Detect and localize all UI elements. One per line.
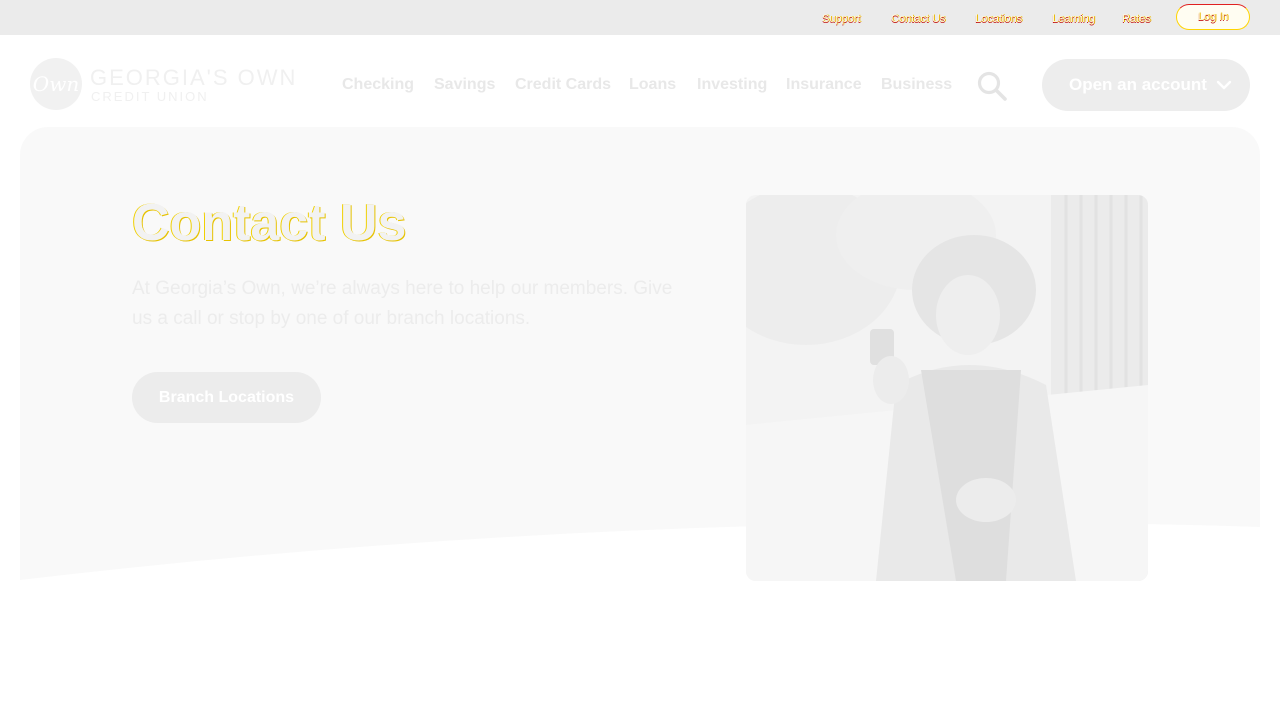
hero-description: At Georgia’s Own, we’re always here to h… <box>132 278 673 329</box>
utility-link-locations[interactable]: Locations <box>975 11 1022 27</box>
nav-item-insurance[interactable]: Insurance <box>786 75 862 95</box>
logo-subtitle: CREDIT UNION <box>91 89 209 104</box>
utility-link-contact-us[interactable]: Contact Us <box>891 11 945 27</box>
logo-title: GEORGIA'S OWN <box>90 65 298 90</box>
login-button[interactable]: Log In <box>1176 4 1250 30</box>
nav-item-investing[interactable]: Investing <box>697 75 767 95</box>
nav-item-savings[interactable]: Savings <box>434 75 495 95</box>
logo[interactable]: Own GEORGIA'S OWN CREDIT UNION <box>30 58 295 112</box>
open-account-label: Open an account <box>1069 75 1207 94</box>
utility-nav: Support Contact Us Locations Learning Ra… <box>0 11 1280 27</box>
nav-item-credit-cards[interactable]: Credit Cards <box>515 75 611 95</box>
logo-mark: Own <box>30 58 82 110</box>
page-title: Contact Us <box>132 194 407 252</box>
nav-item-checking[interactable]: Checking <box>342 75 414 95</box>
utility-link-rates[interactable]: Rates <box>1122 11 1151 27</box>
utility-link-support[interactable]: Support <box>822 11 861 27</box>
nav-item-business[interactable]: Business <box>881 75 952 95</box>
main-header: Own GEORGIA'S OWN CREDIT UNION Checking … <box>0 35 1280 135</box>
chevron-down-icon <box>1216 77 1232 93</box>
nav-item-loans[interactable]: Loans <box>629 75 676 95</box>
open-account-button[interactable]: Open an account <box>1042 59 1250 111</box>
branch-locations-button[interactable]: Branch Locations <box>132 372 321 423</box>
hero-photo <box>746 195 1148 581</box>
hero-section: Contact Us At Georgia’s Own, we’re alway… <box>20 127 1260 587</box>
utility-bar: Support Contact Us Locations Learning Ra… <box>0 0 1280 35</box>
search-icon[interactable] <box>976 71 1008 101</box>
utility-link-learning[interactable]: Learning <box>1052 11 1095 27</box>
